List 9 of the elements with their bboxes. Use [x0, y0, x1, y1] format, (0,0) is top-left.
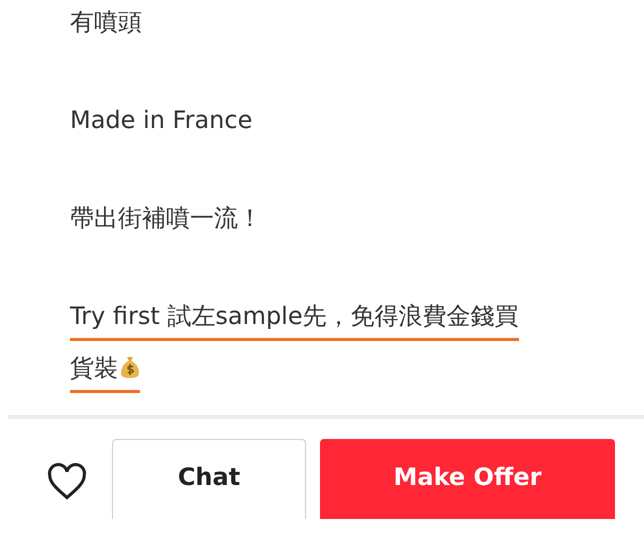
chat-button[interactable]: Chat — [112, 439, 306, 519]
description-text: Made in France — [70, 105, 252, 136]
heart-icon[interactable] — [46, 463, 88, 501]
description-text: Try first 試左sample先，免得浪費金錢買 — [70, 294, 519, 341]
money-bag-icon — [120, 355, 140, 379]
description-text: 貨裝 — [70, 346, 140, 393]
description-text: 有噴頭 — [70, 7, 142, 38]
description-text: 帶出街補噴一流！ — [70, 203, 262, 234]
make-offer-button[interactable]: Make Offer — [320, 439, 615, 519]
